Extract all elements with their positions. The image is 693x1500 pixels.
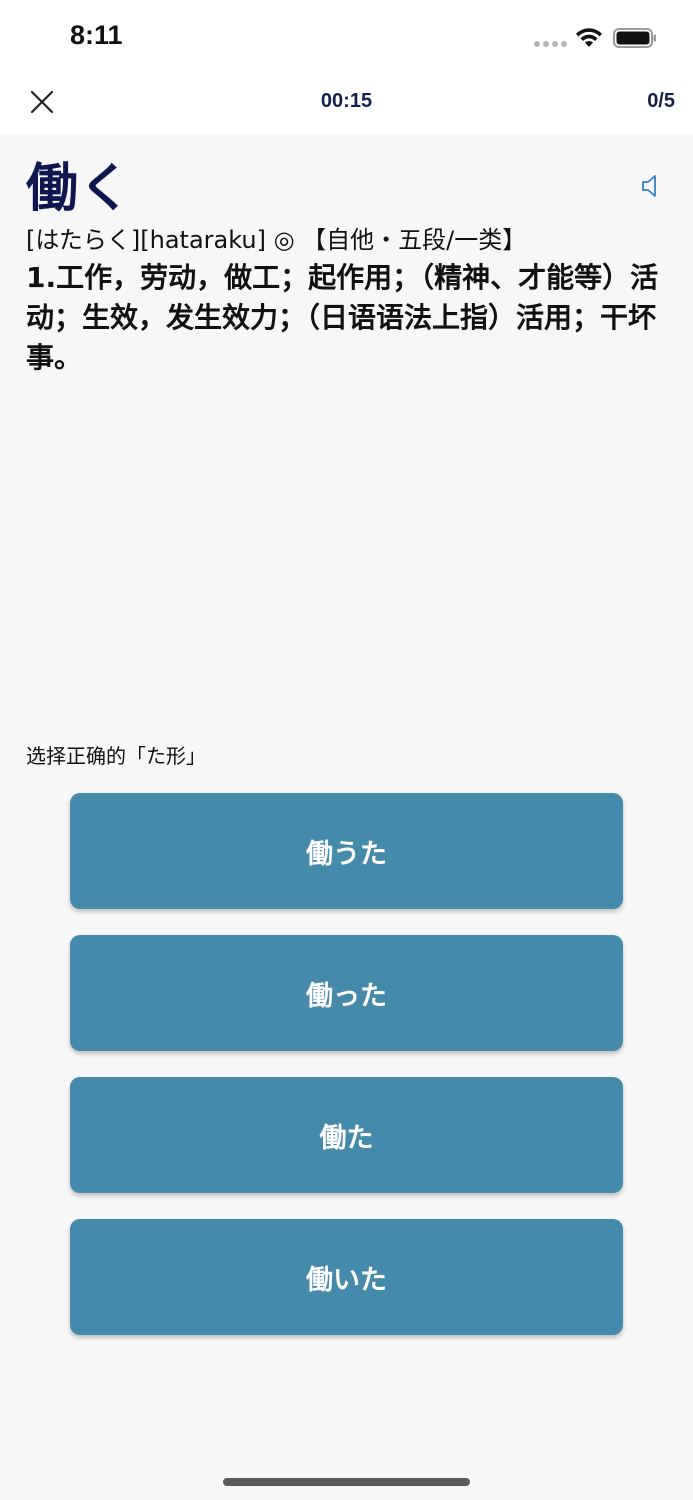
word-reading: [はたらく][hataraku] ◎ 【自他・五段/一类】 — [26, 226, 527, 254]
answer-option-label: 働った — [306, 980, 387, 1012]
answer-option-label: 働た — [319, 1122, 374, 1154]
answer-option-4[interactable]: 働いた — [70, 1219, 623, 1335]
status-bar: 8:11 — [0, 0, 693, 76]
answer-option-label: 働いた — [306, 1264, 387, 1296]
home-indicator[interactable] — [223, 1478, 470, 1486]
status-time: 8:11 — [70, 20, 123, 50]
answer-option-3[interactable]: 働た — [70, 1077, 623, 1193]
question-progress: 0/5 — [647, 90, 675, 112]
word-meaning: 1.工作，劳动，做工；起作用；（精神、才能等）活动；生效，发生效力；（日语语法上… — [26, 261, 659, 374]
battery-icon — [613, 28, 656, 48]
quiz-prompt: 选择正确的「た形」 — [26, 744, 206, 768]
nav-bar: 00:15 0/5 — [0, 76, 693, 134]
answer-option-1[interactable]: 働うた — [70, 793, 623, 909]
signal-dots-icon — [534, 41, 567, 47]
wifi-icon — [576, 28, 602, 47]
answer-option-label: 働うた — [306, 838, 387, 870]
speaker-icon[interactable] — [640, 172, 664, 200]
quiz-timer: 00:15 — [320, 90, 373, 112]
vocab-word: 働く — [26, 159, 133, 219]
answer-option-2[interactable]: 働った — [70, 935, 623, 1051]
